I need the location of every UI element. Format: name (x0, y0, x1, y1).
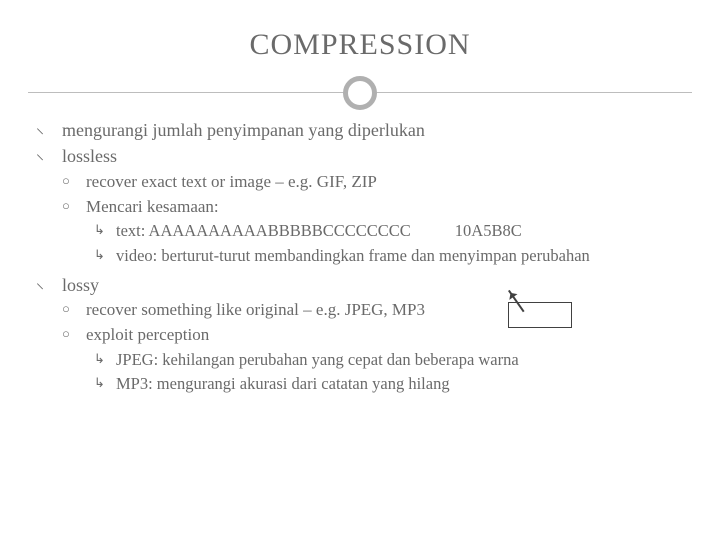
bullet-text: lossy (62, 273, 99, 297)
bullet-level1: ⸜ lossy (36, 273, 684, 297)
bullet-level3: ↳ MP3: mengurangi akurasi dari catatan y… (94, 373, 684, 395)
bullet-text: exploit perception (86, 324, 209, 347)
arrow-return-icon: ↳ (94, 373, 116, 395)
bullet-text: JPEG: kehilangan perubahan yang cepat da… (116, 349, 519, 371)
bullet-level2: ○ recover something like original – e.g.… (62, 299, 684, 322)
bullet-text: mengurangi jumlah penyimpanan yang diper… (62, 118, 425, 142)
bullet-level2: ○ Mencari kesamaan: (62, 196, 684, 219)
bullet-level3: ↳ video: berturut-turut membandingkan fr… (94, 245, 684, 267)
bullet-icon: ○ (62, 196, 86, 219)
bullet-icon: ⸜ (36, 118, 62, 142)
code-text-raw: text: AAAAAAAAAABBBBBCCCCCCCC (116, 221, 411, 240)
slide-title: COMPRESSION (0, 0, 720, 62)
bullet-text: text: AAAAAAAAAABBBBBCCCCCCCC 10A5B8C (116, 220, 522, 242)
bullet-icon: ○ (62, 171, 86, 194)
slide-content: ⸜ mengurangi jumlah penyimpanan yang dip… (0, 118, 720, 396)
arrow-return-icon: ↳ (94, 349, 116, 371)
arrow-return-icon: ↳ (94, 245, 116, 267)
bullet-level3: ↳ text: AAAAAAAAAABBBBBCCCCCCCC 10A5B8C (94, 220, 684, 242)
bullet-level3: ↳ JPEG: kehilangan perubahan yang cepat … (94, 349, 684, 371)
bullet-icon: ⸜ (36, 273, 62, 297)
bullet-text: Mencari kesamaan: (86, 196, 219, 219)
bullet-text: video: berturut-turut membandingkan fram… (116, 245, 590, 267)
bullet-level1: ⸜ lossless (36, 144, 684, 168)
bullet-text: recover exact text or image – e.g. GIF, … (86, 171, 377, 194)
bullet-level1: ⸜ mengurangi jumlah penyimpanan yang dip… (36, 118, 684, 142)
bullet-icon: ⸜ (36, 144, 62, 168)
bullet-icon: ○ (62, 324, 86, 347)
code-text-encoded: 10A5B8C (455, 221, 522, 240)
bullet-icon: ○ (62, 299, 86, 322)
bullet-level2: ○ exploit perception (62, 324, 684, 347)
divider-circle-icon (343, 76, 377, 110)
bullet-text: recover something like original – e.g. J… (86, 299, 425, 322)
bullet-text: lossless (62, 144, 117, 168)
bullet-text: MP3: mengurangi akurasi dari catatan yan… (116, 373, 450, 395)
arrow-return-icon: ↳ (94, 220, 116, 242)
bullet-level2: ○ recover exact text or image – e.g. GIF… (62, 171, 684, 194)
title-divider (0, 70, 720, 118)
